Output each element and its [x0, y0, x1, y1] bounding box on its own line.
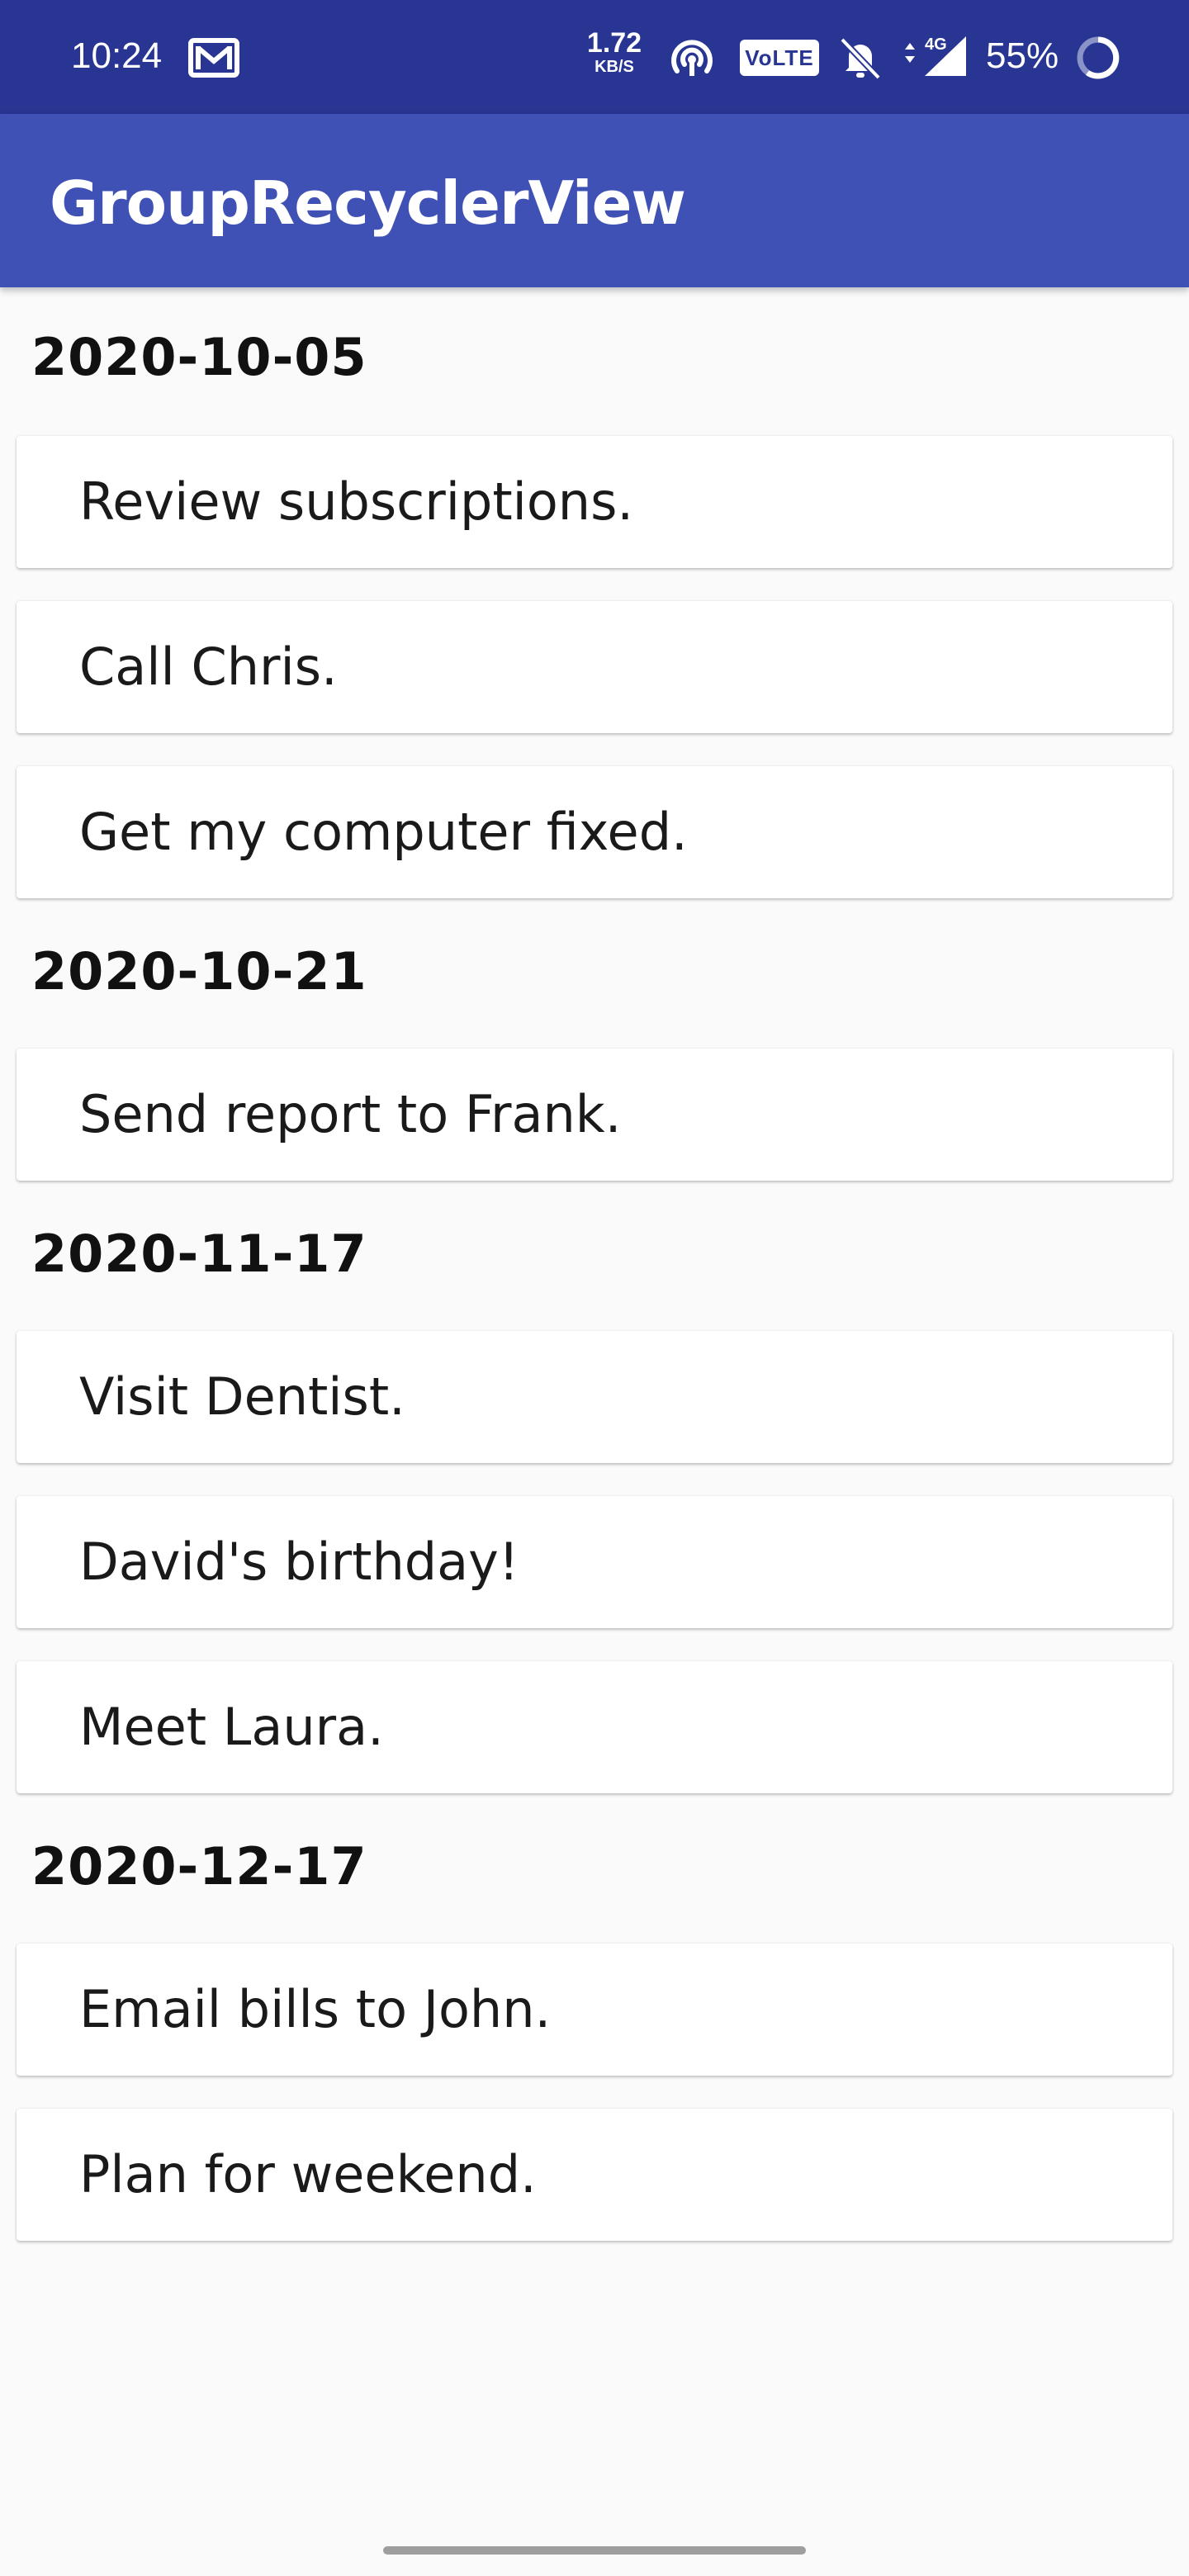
gesture-nav-handle[interactable]	[383, 2546, 806, 2555]
network-speed: 1.72 KB/S	[585, 28, 644, 76]
status-time: 10:24	[71, 36, 163, 76]
signal-icon: 4G	[900, 33, 971, 83]
battery-percent: 55%	[986, 36, 1059, 76]
list-item[interactable]: Visit Dentist.	[17, 1331, 1172, 1463]
list-item[interactable]: Review subscriptions.	[17, 436, 1172, 568]
gmail-icon	[188, 38, 239, 81]
list-item[interactable]: Meet Laura.	[17, 1661, 1172, 1793]
group-header-date: 2020-12-17	[31, 1836, 367, 1896]
list-item[interactable]: Plan for weekend.	[17, 2109, 1172, 2241]
hotspot-icon	[669, 36, 715, 83]
network-speed-unit: KB/S	[594, 58, 634, 76]
list-item[interactable]: Call Chris.	[17, 601, 1172, 733]
grouped-recycler-list[interactable]: 2020-10-05 Review subscriptions. Call Ch…	[0, 287, 1189, 2241]
list-item[interactable]: Email bills to John.	[17, 1944, 1172, 2076]
group-header-date: 2020-10-05	[31, 327, 367, 387]
list-item[interactable]: Send report to Frank.	[17, 1049, 1172, 1181]
network-speed-value: 1.72	[586, 27, 642, 59]
app-bar: GroupRecyclerView	[0, 114, 1189, 287]
volte-icon: VoLTE	[740, 40, 819, 76]
group-header-date: 2020-11-17	[31, 1224, 367, 1284]
list-item[interactable]: Get my computer fixed.	[17, 766, 1172, 898]
group-header-date: 2020-10-21	[31, 941, 367, 1002]
app-title: GroupRecyclerView	[50, 168, 686, 238]
status-bar: 10:24 1.72 KB/S VoLTE 4G 55%	[0, 0, 1189, 114]
network-type-label: 4G	[925, 36, 947, 54]
app-screen: 10:24 1.72 KB/S VoLTE 4G 55% GroupRecycl…	[0, 0, 1189, 2576]
battery-icon	[1073, 33, 1123, 86]
mute-icon	[837, 35, 883, 84]
list-item[interactable]: David's birthday!	[17, 1496, 1172, 1628]
